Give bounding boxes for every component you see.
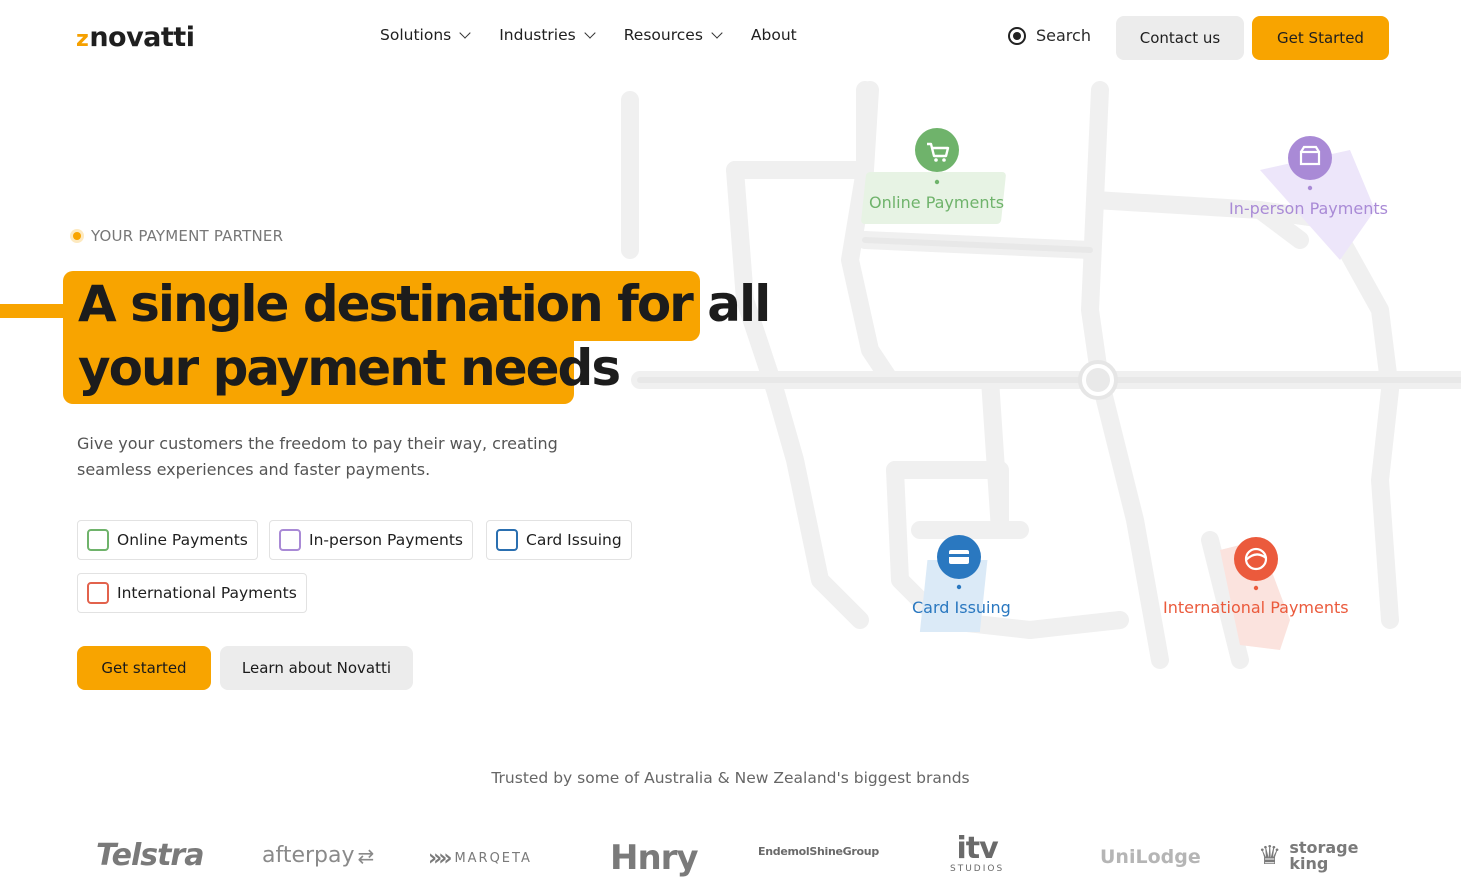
- option-in-person-payments[interactable]: In-person Payments: [269, 520, 473, 560]
- globe-icon: [1234, 537, 1278, 581]
- novatti-logo[interactable]: z novatti: [76, 22, 195, 53]
- crown-icon: ♛: [1258, 841, 1282, 871]
- afterpay-arrows-icon: ⇄: [357, 843, 375, 868]
- headline-line-1: A single destination for all: [78, 275, 771, 333]
- novatti-logo-mark-icon: z: [76, 27, 89, 52]
- option-online-payments-label: Online Payments: [117, 531, 248, 549]
- brand-storage-king-logo: ♛ storage king: [1258, 838, 1359, 873]
- chevron-down-icon: [584, 26, 596, 39]
- search-label: Search: [1036, 26, 1091, 45]
- trusted-brands-heading: Trusted by some of Australia & New Zeala…: [491, 769, 970, 787]
- nav-resources[interactable]: Resources: [623, 26, 723, 44]
- brand-hnry-logo: Hnry: [610, 838, 699, 878]
- nav-industries[interactable]: Industries: [499, 26, 596, 44]
- brand-itv-studios-logo: itv STUDIOS: [950, 831, 1005, 875]
- nav-solutions[interactable]: Solutions: [380, 26, 471, 44]
- chevron-down-icon: [459, 26, 471, 39]
- checkbox-international-payments[interactable]: [87, 582, 109, 604]
- get-started-button[interactable]: Get started: [77, 646, 211, 690]
- headline-accent-bar: [0, 304, 68, 318]
- tagline-text: YOUR PAYMENT PARTNER: [91, 227, 284, 245]
- checkbox-online-payments[interactable]: [87, 529, 109, 551]
- hero-headline: A single destination for all your paymen…: [78, 272, 771, 400]
- nav-about-label: About: [750, 26, 797, 44]
- map-label-online-payments: Online Payments: [869, 193, 1005, 212]
- brand-endemolshine-logo: EndemolShineGroup: [758, 845, 879, 858]
- headline-line-2: your payment needs: [78, 339, 621, 397]
- hero-tagline: YOUR PAYMENT PARTNER: [73, 227, 283, 245]
- marqeta-chevrons-icon: »»: [428, 846, 453, 871]
- map-label-in-person-payments: In-person Payments: [1229, 199, 1388, 218]
- logo-text: novatti: [89, 22, 195, 53]
- learn-about-novatti-button[interactable]: Learn about Novatti: [220, 646, 413, 690]
- payments-map-illustration: Online Payments In-person Payments Card …: [560, 60, 1461, 740]
- main-nav: Solutions Industries Resources About: [380, 26, 797, 44]
- brand-telstra-logo: Telstra: [96, 838, 204, 873]
- hero-subtext: Give your customers the freedom to pay t…: [77, 434, 558, 479]
- nav-resources-label: Resources: [623, 26, 703, 44]
- nav-about[interactable]: About: [751, 26, 797, 44]
- checkbox-card-issuing[interactable]: [496, 529, 518, 551]
- option-online-payments[interactable]: Online Payments: [77, 520, 258, 560]
- option-in-person-payments-label: In-person Payments: [309, 531, 463, 549]
- get-started-header-button[interactable]: Get Started: [1252, 16, 1389, 60]
- brand-afterpay-logo: afterpay ⇄: [262, 843, 375, 868]
- search-icon: [1008, 26, 1026, 45]
- nav-solutions-label: Solutions: [380, 26, 452, 44]
- contact-us-button[interactable]: Contact us: [1116, 16, 1244, 60]
- option-card-issuing[interactable]: Card Issuing: [486, 520, 632, 560]
- chevron-down-icon: [711, 26, 723, 39]
- search-button[interactable]: Search: [1008, 26, 1091, 45]
- cart-icon: [915, 128, 959, 172]
- option-international-payments[interactable]: International Payments: [77, 573, 307, 613]
- tagline-dot-icon: [73, 232, 81, 240]
- brand-marqeta-logo: »» MARQETA: [428, 846, 532, 871]
- map-roads: [621, 81, 1461, 669]
- nav-industries-label: Industries: [499, 26, 576, 44]
- map-label-card-issuing: Card Issuing: [912, 598, 1011, 617]
- option-international-payments-label: International Payments: [117, 584, 297, 602]
- map-label-international-payments: International Payments: [1163, 598, 1349, 617]
- brand-unilodge-logo: UniLodge: [1100, 846, 1201, 868]
- store-icon: [1288, 136, 1332, 180]
- checkbox-in-person-payments[interactable]: [279, 529, 301, 551]
- option-card-issuing-label: Card Issuing: [526, 531, 622, 549]
